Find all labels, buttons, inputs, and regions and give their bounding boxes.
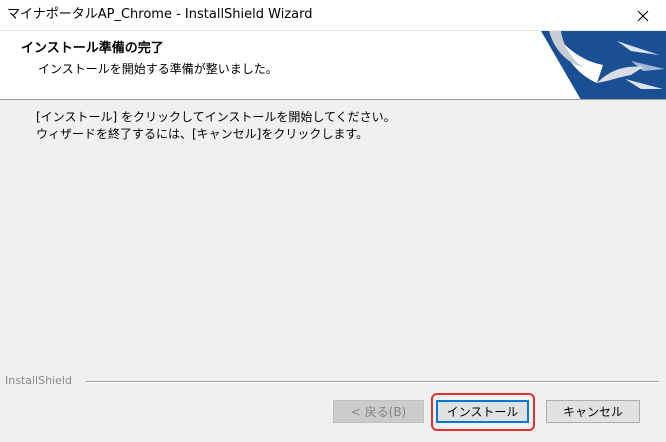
instruction-line-1: [インストール] をクリックしてインストールを開始してください。 — [36, 110, 396, 124]
installshield-label: InstallShield — [5, 374, 72, 387]
footer-divider — [86, 381, 659, 383]
back-button[interactable]: < 戻る(B) — [333, 400, 424, 423]
install-button[interactable]: インストール — [436, 400, 529, 423]
wizard-header: インストール準備の完了 インストールを開始する準備が整いました。 — [0, 31, 666, 100]
cancel-button[interactable]: キャンセル — [546, 400, 640, 423]
close-button[interactable] — [620, 0, 666, 31]
installer-window: マイナポータルAP_Chrome - InstallShield Wizard … — [0, 0, 666, 442]
instructions: [インストール] をクリックしてインストールを開始してください。 ウィザードを終… — [36, 109, 396, 143]
instruction-line-2: ウィザードを終了するには、[キャンセル]をクリックします。 — [36, 127, 369, 141]
installshield-logo-icon — [541, 31, 666, 99]
page-title: インストール準備の完了 — [21, 41, 164, 56]
close-icon — [637, 10, 649, 21]
page-subtitle: インストールを開始する準備が整いました。 — [38, 62, 278, 76]
window-title: マイナポータルAP_Chrome - InstallShield Wizard — [7, 7, 313, 22]
title-bar: マイナポータルAP_Chrome - InstallShield Wizard — [0, 0, 666, 31]
